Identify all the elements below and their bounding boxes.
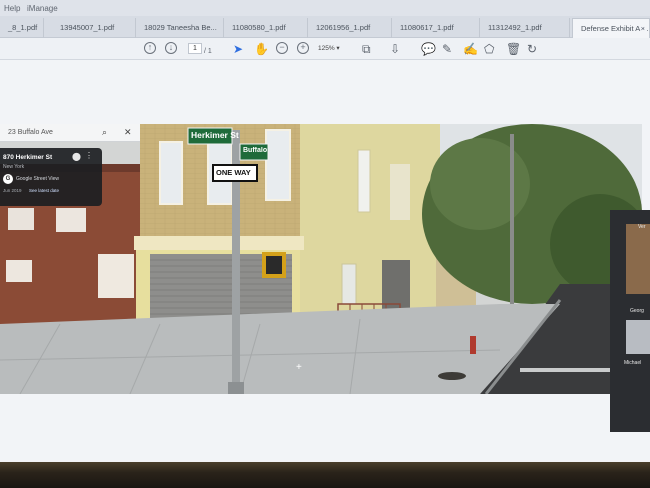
right-side-panel: Ver Georg Michael (610, 210, 650, 432)
street-sign-herkimer: Herkimer St (191, 130, 239, 140)
panel-label-michael: Michael (624, 360, 642, 366)
delete-icon[interactable]: 🗑 (506, 41, 521, 57)
highlight-pen-icon[interactable]: ✎ (442, 41, 452, 57)
zoom-out-icon[interactable]: − (276, 42, 288, 54)
location-address: 870 Herkimer St (3, 154, 53, 161)
location-info-card: 870 Herkimer St ⬤ ⋮ New York G Google St… (0, 148, 102, 206)
close-icon[interactable]: ✕ (124, 127, 132, 138)
menu-imanage[interactable]: iManage (27, 4, 58, 13)
tab-doc-2[interactable]: 13945007_1.pdf (52, 18, 136, 38)
tab-doc-3[interactable]: 18029 Taneesha Be... (136, 18, 224, 38)
search-query[interactable]: 23 Buffalo Ave (8, 129, 53, 136)
pdf-toolbar: ↑ ↓ 1 / 1 ➤ ✋ − + 125% ▾ ⧉ ⇩ 💬 ✎ ✍ ⬠ 🗑 ↻ (0, 38, 650, 60)
search-icon[interactable]: ⌕ (102, 127, 107, 138)
location-city: New York (3, 164, 25, 170)
tab-doc-1[interactable]: _8_1.pdf (0, 18, 44, 38)
one-way-sign: ONE WAY (216, 168, 251, 177)
tab-label: 18029 Taneesha Be... (144, 23, 217, 32)
tab-doc-4[interactable]: 11080580_1.pdf (224, 18, 308, 38)
monitor-bezel (0, 462, 650, 488)
menu-bar: Help iManage (0, 0, 650, 16)
more-options-icon[interactable]: ⋮ (85, 151, 93, 160)
fit-page-icon[interactable]: ⧉ (362, 41, 371, 57)
street-sign-buffalo: Buffalo Av (243, 147, 267, 154)
comment-icon[interactable]: 💬 (421, 41, 436, 57)
street-view-logo-icon: G (3, 174, 13, 184)
document-tab-bar: _8_1.pdf 13945007_1.pdf 18029 Taneesha B… (0, 16, 650, 38)
monitor-screen: Help iManage _8_1.pdf 13945007_1.pdf 180… (0, 0, 650, 466)
tab-doc-5[interactable]: 12061956_1.pdf (308, 18, 392, 38)
select-cursor-icon[interactable]: ➤ (233, 41, 243, 57)
source-label: Google Street View (16, 176, 59, 182)
tab-doc-active[interactable]: Defense Exhibit A - ... × (572, 18, 650, 38)
street-view-source: G Google Street View (3, 174, 97, 186)
tab-label: _8_1.pdf (8, 23, 38, 32)
page-total: / 1 (204, 48, 212, 55)
tab-label: 11080617_1.pdf (400, 23, 454, 32)
zoom-level-value: 125% (318, 45, 335, 52)
tab-label: 11080580_1.pdf (232, 23, 286, 32)
panel-label-georg: Georg (630, 308, 644, 314)
stamp-icon[interactable]: ⬠ (484, 41, 494, 57)
hand-tool-icon[interactable]: ✋ (254, 41, 269, 57)
panel-label-ver: Ver (638, 224, 646, 230)
signature-icon[interactable]: ✍ (463, 41, 478, 57)
tab-label: 13945007_1.pdf (60, 23, 115, 32)
next-page-icon[interactable]: ↓ (165, 42, 177, 54)
zoom-in-icon[interactable]: + (297, 42, 309, 54)
see-latest-date-link[interactable]: See latest date (29, 188, 59, 193)
tab-doc-6[interactable]: 11080617_1.pdf (392, 18, 480, 38)
streetview-search-bar[interactable]: 23 Buffalo Ave ⌕ ✕ (0, 124, 140, 142)
rotate-icon[interactable]: ↻ (527, 41, 537, 57)
panel-thumbnail[interactable] (626, 224, 650, 294)
close-tab-icon[interactable]: × (641, 24, 645, 33)
tab-doc-7[interactable]: 11312492_1.pdf (480, 18, 570, 38)
page-number-input[interactable]: 1 (188, 43, 202, 54)
scroll-mode-icon[interactable]: ⇩ (390, 41, 400, 57)
panel-thumbnail[interactable] (626, 320, 650, 354)
tab-label: 12061956_1.pdf (316, 23, 371, 32)
menu-help[interactable]: Help (4, 4, 20, 13)
previous-page-icon[interactable]: ↑ (144, 42, 156, 54)
zoom-level-dropdown[interactable]: 125% ▾ (318, 43, 348, 54)
map-pin-icon[interactable]: ⬤ (72, 152, 81, 161)
capture-date: Jun 2019 (3, 188, 22, 193)
crosshair-icon: + (296, 362, 302, 373)
tab-label: 11312492_1.pdf (488, 23, 542, 32)
